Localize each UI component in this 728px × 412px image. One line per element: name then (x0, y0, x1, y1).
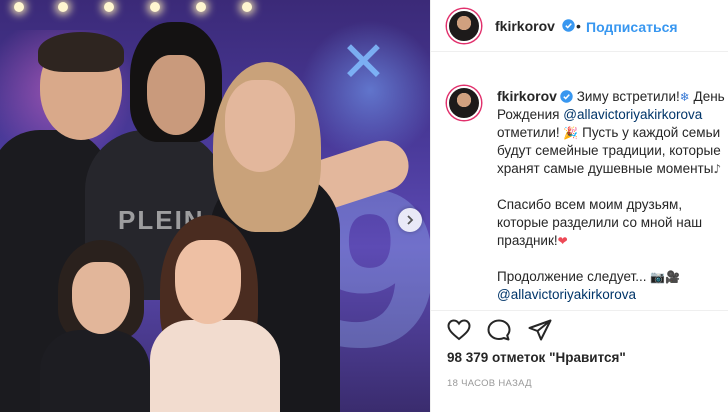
avatar[interactable] (447, 86, 481, 120)
post-header: fkirkorov • Подписаться (431, 0, 728, 52)
verified-badge-icon (560, 90, 573, 103)
comment-icon[interactable] (487, 319, 511, 341)
party-popper-emoji-icon: 🎉 (563, 126, 579, 140)
child-left-body (40, 330, 150, 412)
snowflake-emoji-icon: ❄ (679, 90, 690, 104)
verified-badge-icon (562, 19, 575, 32)
music-emoji-icon: ♪ (713, 162, 722, 176)
caption-comment: fkirkorov Зиму встретили!❄ День Рождения… (431, 76, 728, 306)
post-side-panel: fkirkorov • Подписаться fkirkorov Зиму в… (430, 0, 728, 412)
likes-count[interactable]: 98 379 отметок "Нравится" (447, 350, 626, 365)
child-left-face (72, 262, 130, 334)
stage-bulbs (0, 0, 430, 18)
next-photo-button[interactable] (398, 208, 422, 232)
username-link[interactable]: fkirkorov (495, 18, 555, 34)
avatar[interactable] (447, 9, 481, 43)
child-right-face (175, 240, 241, 324)
person-left-hair (38, 32, 124, 72)
camera-emoji-icon: 📷 (650, 270, 666, 284)
chevron-right-icon (407, 215, 414, 225)
red-heart-emoji-icon: ❤ (557, 234, 568, 248)
post-timestamp[interactable]: 18 ЧАСОВ НАЗАД (447, 378, 532, 389)
person-right-face (225, 80, 295, 172)
share-icon[interactable] (528, 319, 552, 341)
caption-text: fkirkorov Зиму встретили!❄ День Рождения… (497, 88, 725, 302)
movie-camera-emoji-icon: 🎥 (665, 270, 681, 284)
action-bar (431, 310, 728, 350)
post-photo[interactable]: ✕ 9 PLEIN (0, 0, 430, 412)
stage-x-decoration: ✕ (340, 30, 387, 95)
follow-button[interactable]: Подписаться (586, 19, 678, 35)
mention-link[interactable]: @allavictoriyakirkorova (563, 107, 702, 122)
child-right-body (150, 320, 280, 412)
username-link[interactable]: fkirkorov (497, 88, 557, 104)
person-center-face (147, 55, 205, 135)
heart-icon[interactable] (447, 319, 471, 341)
mention-link[interactable]: @allavictoriyakirkorova (497, 287, 636, 302)
separator-dot: • (576, 18, 581, 34)
